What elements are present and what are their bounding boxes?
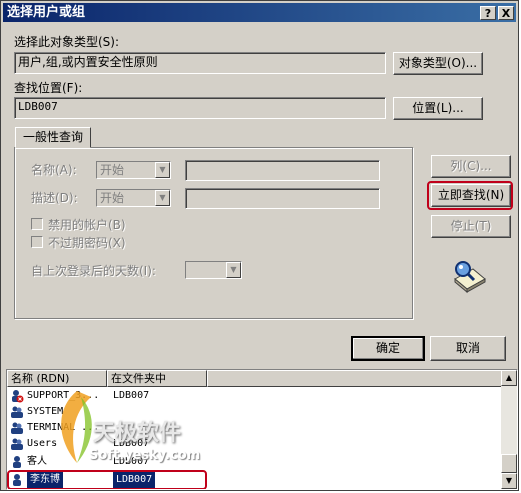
- stop-button[interactable]: 停止(T): [431, 215, 511, 238]
- watermark-site: Soft.yesky.com: [89, 448, 201, 463]
- object-type-label: 选择此对象类型(S):: [14, 35, 120, 49]
- chevron-down-icon: ▼: [155, 162, 170, 178]
- locations-button[interactable]: 位置(L)...: [393, 97, 483, 120]
- non-expiring-checkbox[interactable]: [31, 236, 43, 248]
- description-label: 描述(D):: [31, 191, 78, 205]
- description-mode-select[interactable]: 开始 ▼: [96, 189, 171, 207]
- object-type-field: 用户,组,或内置安全性原则: [14, 52, 386, 74]
- chevron-down-icon: ▼: [155, 190, 170, 206]
- non-expiring-label: 不过期密码(X): [48, 236, 126, 250]
- days-since-logon-label: 自上次登录后的天数(I):: [31, 264, 156, 278]
- group-icon: [11, 406, 23, 418]
- description-mode-value: 开始: [100, 191, 125, 205]
- row-folder: LDB007: [113, 390, 150, 401]
- selected-row-highlight: [7, 470, 207, 489]
- disabled-accounts-label: 禁用的帐户(B): [48, 218, 126, 232]
- scroll-thumb[interactable]: [501, 454, 517, 473]
- days-since-logon-select[interactable]: ▼: [185, 261, 242, 279]
- watermark-brand: 天极软件: [93, 421, 182, 446]
- columns-button[interactable]: 列(C)...: [431, 155, 511, 178]
- name-label: 名称(A):: [31, 163, 77, 177]
- user-icon: [13, 456, 21, 468]
- location-field: LDB007: [14, 97, 386, 119]
- name-mode-value: 开始: [100, 163, 125, 177]
- search-magnifier-icon: [454, 261, 486, 294]
- location-label: 查找位置(F):: [14, 81, 83, 95]
- group-icon: [11, 438, 23, 450]
- tab-common-queries[interactable]: 一般性查询: [15, 127, 91, 148]
- scroll-up-arrow-icon[interactable]: ▲: [501, 370, 517, 386]
- name-mode-select[interactable]: 开始 ▼: [96, 161, 171, 179]
- ok-button[interactable]: 确定: [351, 336, 425, 361]
- close-button[interactable]: X: [498, 6, 514, 20]
- select-users-dialog: 选择用户或组 ? X 选择此对象类型(S): 用户,组,或内置安全性原则 对象类…: [0, 0, 519, 491]
- column-header-name[interactable]: 名称 (RDN): [7, 370, 107, 387]
- cancel-button[interactable]: 取消: [430, 336, 506, 361]
- chevron-down-icon: ▼: [226, 262, 241, 278]
- window-title: 选择用户或组: [7, 5, 86, 20]
- name-input[interactable]: [185, 160, 380, 181]
- column-header-folder[interactable]: 在文件夹中: [107, 370, 207, 387]
- column-header-blank: [207, 370, 502, 387]
- scroll-down-arrow-icon[interactable]: ▼: [501, 473, 517, 489]
- object-types-button[interactable]: 对象类型(O)...: [393, 52, 483, 75]
- vertical-scrollbar[interactable]: ▲ ▼: [501, 370, 517, 489]
- group-icon: [11, 422, 23, 434]
- find-now-highlight: [427, 181, 513, 210]
- row-name: 客人: [27, 456, 47, 467]
- disabled-accounts-checkbox[interactable]: [31, 218, 43, 230]
- user-disabled-icon: [12, 390, 24, 403]
- help-button[interactable]: ?: [480, 6, 496, 20]
- title-bar[interactable]: 选择用户或组 ? X: [3, 3, 516, 22]
- description-input[interactable]: [185, 188, 380, 209]
